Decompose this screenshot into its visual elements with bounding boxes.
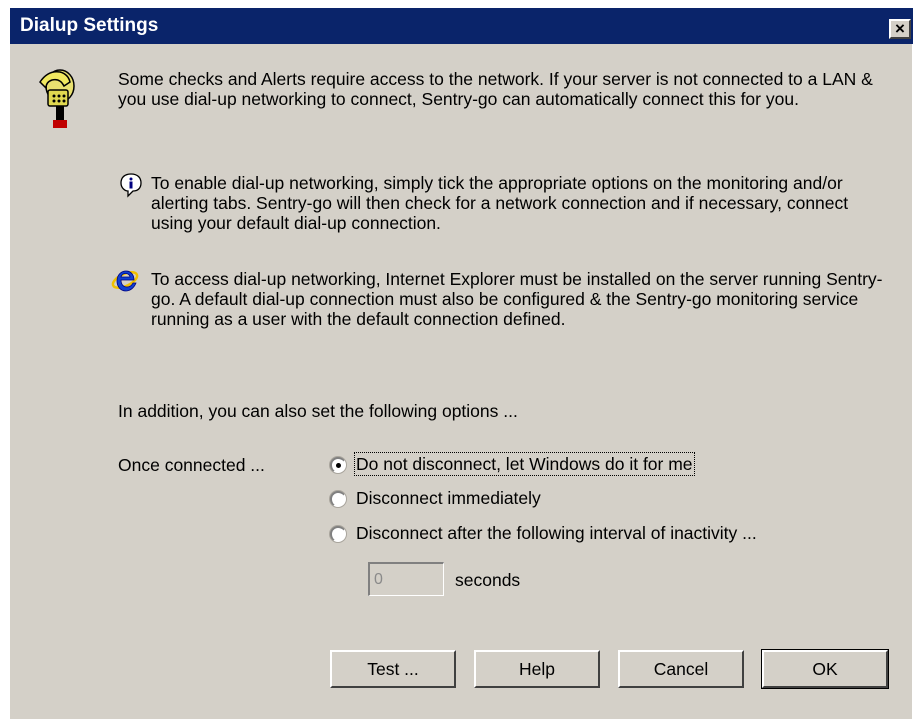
radio-label[interactable]: Disconnect after the following interval … — [355, 522, 758, 544]
internet-explorer-icon — [111, 270, 139, 292]
radio-button[interactable] — [330, 457, 346, 473]
help-button[interactable]: Help — [474, 650, 600, 688]
cancel-button[interactable]: Cancel — [618, 650, 744, 688]
telephone-icon — [39, 69, 75, 128]
interval-seconds-input[interactable] — [368, 562, 444, 596]
seconds-label: seconds — [455, 570, 521, 590]
window-title: Dialup Settings — [20, 15, 159, 36]
once-connected-label: Once connected ... — [118, 455, 265, 475]
ok-button[interactable]: OK — [761, 649, 889, 689]
title-bar[interactable]: Dialup Settings × — [10, 8, 913, 44]
radio-label[interactable]: Disconnect immediately — [355, 487, 542, 509]
test-button[interactable]: Test ... — [330, 650, 456, 688]
radio-button[interactable] — [330, 526, 346, 542]
options-intro: In addition, you can also set the follow… — [118, 401, 518, 421]
ie-text: To access dial-up networking, Internet E… — [151, 269, 883, 329]
radio-label[interactable]: Do not disconnect, let Windows do it for… — [354, 452, 695, 476]
radio-button[interactable] — [330, 491, 346, 507]
intro-text: Some checks and Alerts require access to… — [118, 69, 873, 109]
close-button[interactable]: × — [889, 19, 911, 39]
dialup-settings-dialog: Dialup Settings × Some checks and Alerts… — [9, 7, 913, 719]
info-text: To enable dial-up networking, simply tic… — [151, 173, 849, 233]
info-icon — [120, 173, 142, 198]
